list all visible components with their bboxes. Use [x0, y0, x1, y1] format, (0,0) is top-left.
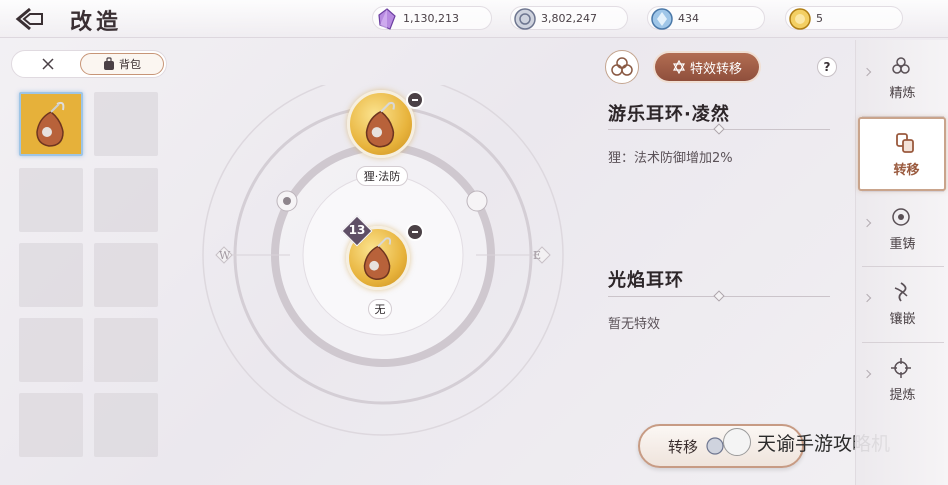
currency-blue-gem: 434 [647, 6, 765, 30]
bag-slot-empty[interactable] [19, 393, 83, 457]
moon-icon [466, 190, 488, 212]
chevron-right-icon [862, 369, 872, 379]
side-nav: 精炼 转移 重铸 镶嵌 提炼 [855, 40, 948, 485]
blue-gem-icon [651, 8, 673, 30]
chevron-right-icon [862, 218, 872, 228]
triple-circle-icon [611, 57, 633, 76]
currency-value: 5 [816, 11, 823, 25]
earring-icon [365, 101, 395, 148]
effect-mode-button[interactable] [605, 50, 639, 84]
recast-icon [892, 208, 910, 226]
chevron-right-icon [862, 67, 872, 77]
sidenav-label: 转移 [893, 163, 920, 178]
compass-east: E [533, 249, 542, 262]
source-equipment-name: 游乐耳环·凌然 [608, 104, 730, 125]
bag-slot-empty[interactable] [94, 318, 158, 382]
bag-slot-empty[interactable] [94, 92, 158, 156]
sidenav-item-transfer[interactable]: 转移 [858, 117, 946, 191]
sidenav-item-inlay[interactable]: 镶嵌 [856, 268, 948, 342]
help-button[interactable]: ? [817, 57, 837, 77]
wechat-logo-icon [723, 428, 751, 456]
crossed-swords-icon [42, 58, 54, 70]
transfer-button-label: 转移 [668, 437, 699, 456]
target-effect-label: 无 [368, 299, 392, 319]
refine-icon [892, 57, 910, 74]
level-value: 13 [348, 223, 366, 237]
silver-coin-icon [706, 437, 724, 455]
bag-slot-empty[interactable] [94, 393, 158, 457]
bag-tab-switch: 背包 [11, 50, 167, 78]
backpack-icon [104, 57, 114, 70]
bag-slot-empty[interactable] [94, 168, 158, 232]
target-effect-text: 暂无特效 [608, 317, 661, 332]
bag-slot-empty[interactable] [19, 243, 83, 307]
currency-value: 1,130,213 [403, 11, 459, 25]
sidenav-label: 提炼 [889, 388, 916, 403]
remove-target-button[interactable] [406, 223, 424, 241]
source-effect-text: 狸：法术防御增加2% [608, 151, 733, 166]
source-effect-label: 狸·法防 [356, 166, 408, 186]
sidenav-label: 精炼 [889, 86, 916, 101]
sidenav-item-extract[interactable]: 提炼 [856, 344, 948, 418]
currency-purple-crystal: 1,130,213 [372, 6, 492, 30]
bag-slot-empty[interactable] [19, 168, 83, 232]
earring-icon [21, 94, 81, 154]
currency-value: 3,802,247 [541, 11, 597, 25]
compass-west: W [219, 249, 231, 262]
tab-bag-label: 背包 [119, 58, 141, 71]
currency-silver-coin: 3,802,247 [510, 6, 628, 30]
chevron-right-icon [862, 293, 872, 303]
back-arrow-icon[interactable] [14, 6, 48, 32]
sun-icon [276, 190, 298, 212]
target-equipment-name: 光焰耳环 [608, 270, 684, 291]
divider [608, 123, 830, 135]
top-bar: 改造 1,130,213 3,802,247 434 5 [0, 0, 948, 38]
extract-icon [891, 358, 911, 378]
tab-effect-transfer[interactable]: 特效转移 [655, 53, 759, 81]
tab-effect-transfer-label: 特效转移 [689, 61, 742, 77]
transfer-icon [896, 133, 914, 153]
bag-slot-earring[interactable] [19, 92, 83, 156]
inlay-icon [894, 282, 908, 302]
purple-crystal-icon [378, 8, 396, 30]
bag-slot-empty[interactable] [94, 243, 158, 307]
sidenav-item-recast[interactable]: 重铸 [856, 193, 948, 267]
currency-gold-token: 5 [785, 6, 903, 30]
gold-token-icon [789, 8, 811, 30]
tab-bag[interactable]: 背包 [80, 53, 164, 75]
sidenav-label: 重铸 [889, 237, 916, 252]
divider [608, 290, 830, 302]
currency-value: 434 [678, 11, 699, 25]
remove-source-button[interactable] [406, 91, 424, 109]
hexagram-icon [672, 60, 686, 74]
sidenav-label: 镶嵌 [889, 312, 916, 327]
silver-coin-icon [514, 8, 536, 30]
source-equipment-slot[interactable] [347, 90, 415, 158]
page-title: 改造 [70, 10, 123, 35]
sidenav-item-refine[interactable]: 精炼 [856, 42, 948, 116]
tab-all-equipment[interactable] [16, 53, 80, 75]
bag-slot-empty[interactable] [19, 318, 83, 382]
